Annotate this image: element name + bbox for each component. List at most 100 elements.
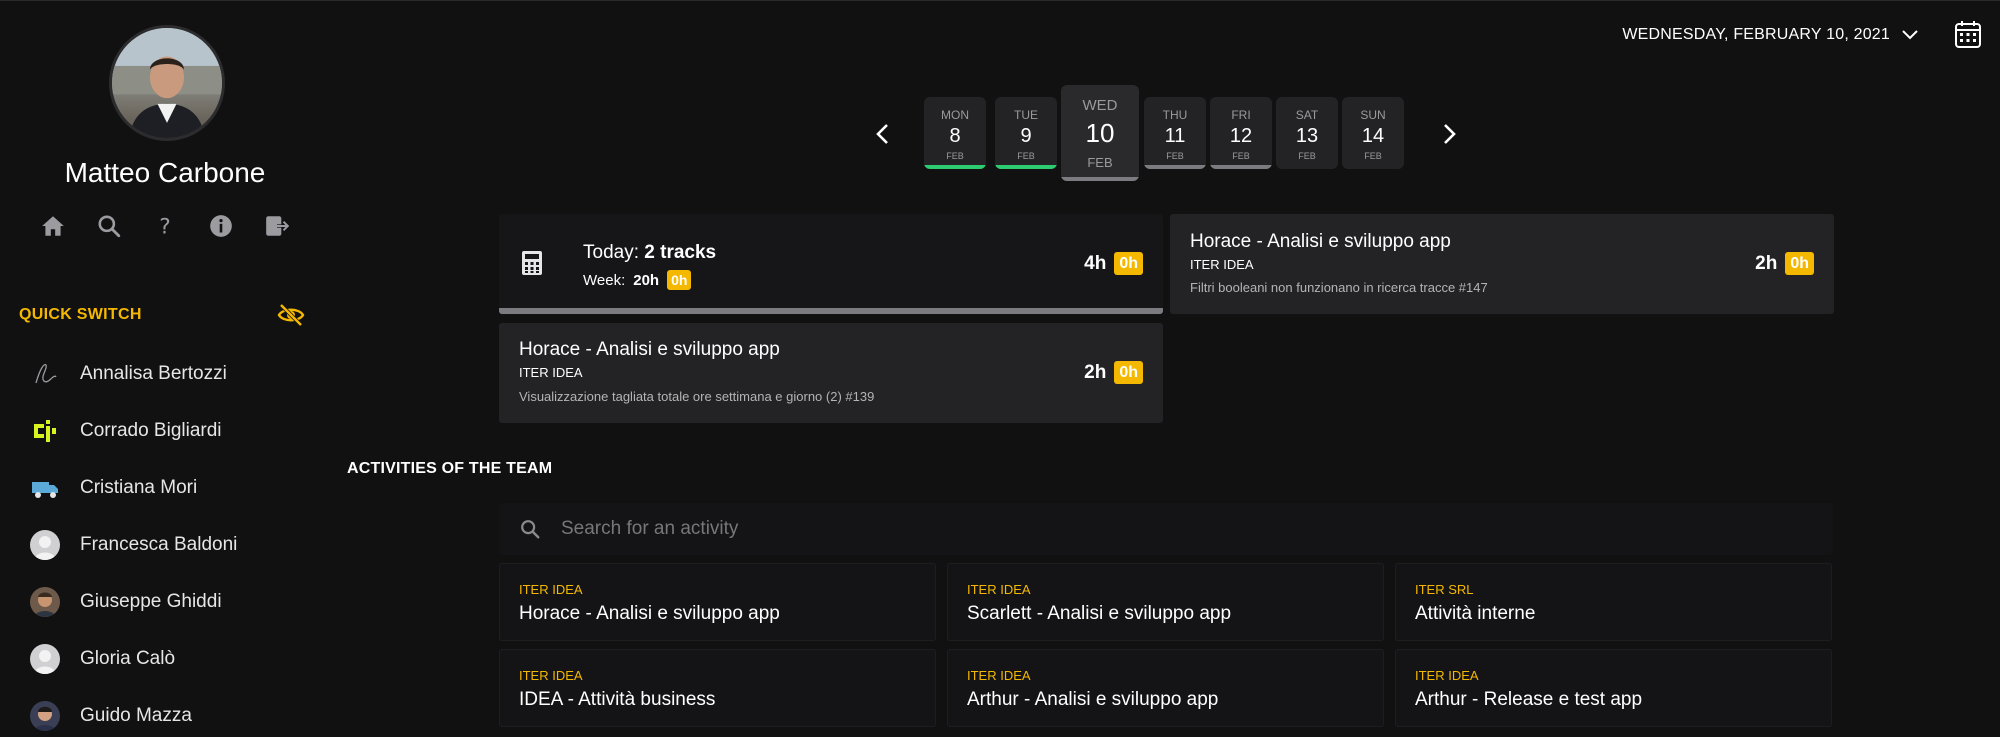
day-sun[interactable]: SUN 14 FEB — [1342, 97, 1404, 169]
day-of-week: MON — [941, 108, 969, 122]
chevron-left-icon — [876, 124, 888, 144]
quick-switch-item[interactable]: Francesca Baldoni — [30, 516, 237, 573]
app-root: Matteo Carbone ? QUICK SWITCH Annalisa B… — [0, 0, 2000, 737]
activity-client: ITER IDEA — [967, 582, 1031, 597]
day-number: 14 — [1361, 125, 1385, 147]
day-status-bar — [995, 165, 1057, 169]
week-summary: Week: 20h 0h — [583, 270, 692, 290]
track-card[interactable]: Horace - Analisi e sviluppo app ITER IDE… — [499, 323, 1163, 423]
day-status-bar — [1144, 165, 1206, 169]
week-hours: 20h — [633, 271, 660, 289]
sidebar: Matteo Carbone ? QUICK SWITCH Annalisa B… — [0, 1, 310, 737]
day-number: 8 — [949, 125, 961, 147]
activity-name: IDEA - Attività business — [519, 689, 716, 710]
activity-client: ITER IDEA — [967, 668, 1031, 683]
activity-card[interactable]: ITER IDEA Scarlett - Analisi e sviluppo … — [947, 563, 1384, 641]
activity-name: Arthur - Release e test app — [1415, 689, 1643, 710]
team-activities-title: ACTIVITIES OF THE TEAM — [347, 460, 553, 477]
signature-avatar-icon — [30, 359, 60, 389]
quick-switch-label: Cristiana Mori — [80, 476, 198, 498]
svg-text:?: ? — [159, 215, 171, 239]
track-card[interactable]: Horace - Analisi e sviluppo app ITER IDE… — [1170, 214, 1834, 314]
default-avatar-icon — [30, 529, 60, 560]
track-description: Filtri booleani non funzionano in ricerc… — [1190, 280, 1488, 295]
quick-switch-label: Giuseppe Ghiddi — [80, 590, 222, 612]
quick-switch-item[interactable]: Giuseppe Ghiddi — [30, 573, 237, 630]
calculator-icon — [522, 251, 542, 275]
day-month: FEB — [1232, 151, 1250, 161]
day-number: 12 — [1229, 125, 1253, 147]
chevron-right-icon — [1444, 124, 1456, 144]
today-label: Today: — [583, 242, 639, 263]
help-icon[interactable]: ? — [150, 211, 180, 241]
activity-card[interactable]: ITER SRL Attività interne — [1395, 563, 1832, 641]
quick-switch-item[interactable]: Corrado Bigliardi — [30, 402, 237, 459]
day-wed[interactable]: WED 10 FEB — [1061, 85, 1139, 181]
day-of-week: THU — [1162, 108, 1188, 122]
day-status-bar — [924, 165, 986, 169]
activity-client: ITER IDEA — [519, 582, 583, 597]
summary-hours: 4h 0h — [1084, 252, 1143, 275]
chevron-down-icon — [1902, 30, 1918, 40]
today-tracks: 2 tracks — [644, 242, 717, 263]
quick-switch-label: Guido Mazza — [80, 704, 192, 726]
next-week-button[interactable] — [1438, 119, 1462, 149]
quick-switch-item[interactable]: Guido Mazza — [30, 687, 237, 737]
activity-client: ITER IDEA — [1415, 668, 1479, 683]
current-date: WEDNESDAY, FEBRUARY 10, 2021 — [1622, 26, 1890, 43]
activity-name: Scarlett - Analisi e sviluppo app — [967, 603, 1232, 624]
day-number: 9 — [1020, 125, 1032, 147]
day-month: FEB — [1087, 155, 1113, 170]
track-title: Horace - Analisi e sviluppo app — [1190, 231, 1451, 252]
search-icon[interactable] — [94, 211, 124, 241]
activity-card[interactable]: ITER IDEA Arthur - Release e test app — [1395, 649, 1832, 727]
day-month: FEB — [1166, 151, 1184, 161]
eye-off-icon[interactable] — [277, 303, 305, 327]
activity-client: ITER SRL — [1415, 582, 1474, 597]
previous-week-button[interactable] — [870, 119, 894, 149]
date-picker[interactable]: WEDNESDAY, FEBRUARY 10, 2021 — [1622, 23, 1918, 47]
day-status-bar — [1061, 177, 1139, 181]
day-sat[interactable]: SAT 13 FEB — [1276, 97, 1338, 169]
activity-card[interactable]: ITER IDEA Arthur - Analisi e sviluppo ap… — [947, 649, 1384, 727]
day-number: 10 — [1085, 118, 1115, 148]
quick-switch-label: Francesca Baldoni — [80, 533, 238, 555]
track-hours: 2h 0h — [1755, 252, 1814, 275]
day-month: FEB — [1298, 151, 1316, 161]
track-description: Visualizzazione tagliata totale ore sett… — [519, 389, 875, 404]
day-number: 13 — [1295, 125, 1319, 147]
day-of-week: SUN — [1360, 108, 1386, 122]
day-of-week: TUE — [1014, 108, 1038, 122]
day-mon[interactable]: MON 8 FEB — [924, 97, 986, 169]
day-summary-card: Today: 2 tracks Week: 20h 0h 4h 0h — [499, 214, 1163, 314]
logout-icon[interactable] — [262, 211, 292, 241]
user-avatar[interactable] — [109, 25, 225, 141]
ci-logo-avatar-icon — [30, 416, 60, 446]
quick-switch-label: Corrado Bigliardi — [80, 419, 222, 441]
day-month: FEB — [1364, 151, 1382, 161]
track-extra-badge: 0h — [1785, 252, 1814, 275]
track-client: ITER IDEA — [519, 365, 583, 380]
home-icon[interactable] — [38, 211, 68, 241]
activity-client: ITER IDEA — [519, 668, 583, 683]
quick-switch-item[interactable]: Annalisa Bertozzi — [30, 345, 237, 402]
activity-card[interactable]: ITER IDEA Horace - Analisi e sviluppo ap… — [499, 563, 936, 641]
quick-switch-item[interactable]: Cristiana Mori — [30, 459, 237, 516]
activity-card[interactable]: ITER IDEA IDEA - Attività business — [499, 649, 936, 727]
day-fri[interactable]: FRI 12 FEB — [1210, 97, 1272, 169]
user-name: Matteo Carbone — [64, 157, 266, 188]
day-of-week: FRI — [1231, 108, 1251, 122]
track-hours: 2h 0h — [1084, 361, 1143, 384]
day-thu[interactable]: THU 11 FEB — [1144, 97, 1206, 169]
activity-search-input[interactable] — [561, 518, 1761, 540]
quick-switch-label: Annalisa Bertozzi — [80, 362, 227, 384]
day-number: 11 — [1164, 125, 1186, 147]
calendar-icon[interactable] — [1954, 19, 1982, 49]
search-icon — [521, 520, 540, 539]
quick-switch-item[interactable]: Gloria Calò — [30, 630, 237, 687]
day-tue[interactable]: TUE 9 FEB — [995, 97, 1057, 169]
day-status-bar — [1210, 165, 1272, 169]
today-summary: Today: 2 tracks — [583, 242, 716, 264]
total-hours: 4h — [1084, 252, 1107, 274]
info-icon[interactable] — [206, 211, 236, 241]
